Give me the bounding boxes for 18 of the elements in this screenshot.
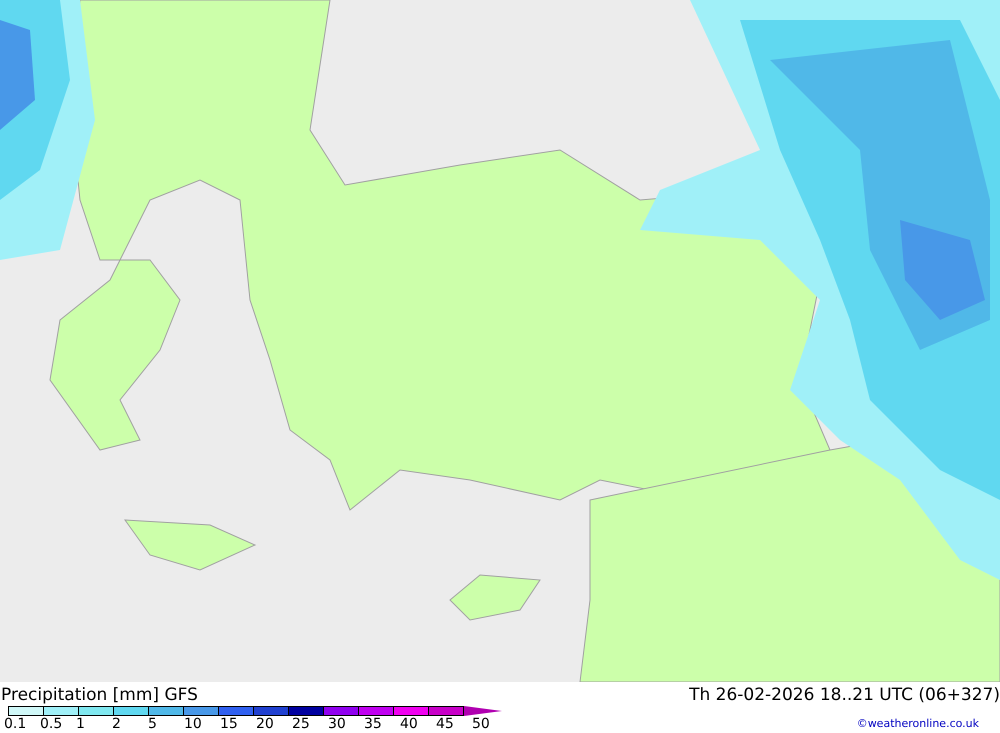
- legend-label: 15: [220, 716, 239, 732]
- legend-label: 2: [112, 716, 122, 732]
- legend-label: 10: [184, 716, 203, 732]
- legend-label: 20: [256, 716, 275, 732]
- legend-label: 45: [436, 716, 455, 732]
- legend-label: 5: [148, 716, 158, 732]
- legend-label: 25: [292, 716, 311, 732]
- legend-label: 35: [364, 716, 383, 732]
- credit-link[interactable]: ©weatheronline.co.uk: [856, 706, 1000, 732]
- legend-arrow-icon: [464, 706, 502, 716]
- valid-time: Th 26-02-2026 18..21 UTC (06+327): [689, 684, 1000, 706]
- legend-label: 50: [472, 716, 491, 732]
- legend-label: 40: [400, 716, 419, 732]
- legend-label: 0.1: [4, 716, 28, 732]
- legend-label: 0.5: [40, 716, 64, 732]
- chart-title: Precipitation [mm] GFS: [0, 684, 198, 706]
- legend-label: 30: [328, 716, 347, 732]
- legend-label: 1: [76, 716, 86, 732]
